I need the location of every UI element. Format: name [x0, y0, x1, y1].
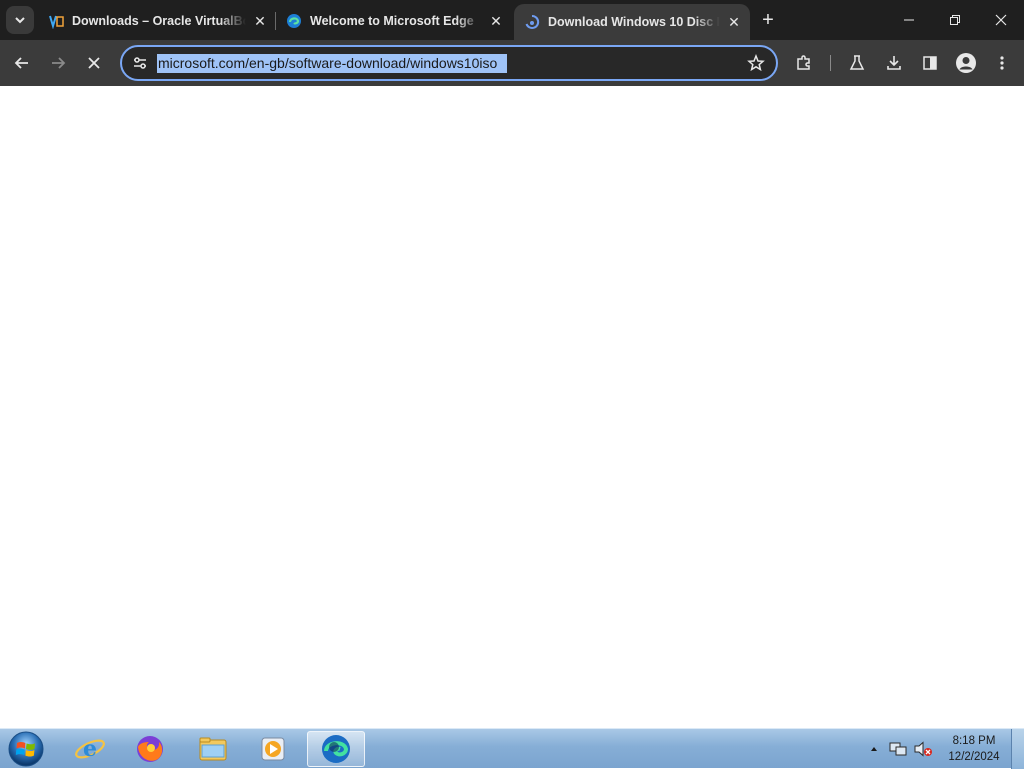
virtualbox-icon — [48, 13, 64, 29]
tab-title: Downloads – Oracle VirtualBox — [72, 14, 246, 28]
tab-strip: Downloads – Oracle VirtualBox ✕ Welcome … — [0, 0, 1024, 40]
stop-loading-button[interactable] — [80, 49, 108, 77]
chevron-up-icon — [871, 747, 877, 751]
bookmark-button[interactable] — [744, 51, 768, 75]
file-explorer-icon — [199, 737, 227, 761]
avatar-icon — [956, 53, 976, 73]
tab-welcome-edge[interactable]: Welcome to Microsoft Edge ✕ — [276, 6, 512, 36]
site-info-button[interactable] — [128, 51, 152, 75]
internet-explorer-icon: e — [75, 736, 105, 762]
back-button[interactable] — [8, 49, 36, 77]
close-icon[interactable]: ✕ — [726, 14, 742, 30]
tune-icon — [134, 57, 146, 69]
taskbar-firefox[interactable] — [121, 731, 179, 767]
volume-muted-icon — [914, 741, 932, 757]
clock-date: 12/2/2024 — [948, 751, 1000, 763]
start-button[interactable] — [7, 730, 45, 768]
close-window-button[interactable] — [978, 0, 1024, 40]
extensions-button[interactable] — [790, 49, 818, 77]
labs-button[interactable] — [843, 49, 871, 77]
profile-button[interactable] — [952, 49, 980, 77]
volume-tray-icon-button[interactable] — [912, 729, 934, 769]
side-panel-icon — [923, 56, 937, 70]
close-icon[interactable]: ✕ — [252, 13, 268, 29]
flask-icon — [849, 55, 865, 70]
restore-button[interactable] — [932, 0, 978, 40]
firefox-icon — [137, 736, 163, 762]
network-tray-icon-button[interactable] — [888, 729, 908, 769]
puzzle-icon — [797, 55, 810, 70]
tab-virtualbox-downloads[interactable]: Downloads – Oracle VirtualBox ✕ — [38, 6, 276, 36]
browser-window: Downloads – Oracle VirtualBox ✕ Welcome … — [0, 0, 1024, 728]
restore-icon — [950, 15, 960, 25]
taskbar-clock[interactable]: 8:18 PM 12/2/2024 — [940, 733, 1008, 765]
browser-toolbar: microsoft.com/en-gb/software-download/wi… — [0, 40, 1024, 86]
download-icon — [887, 56, 901, 70]
toolbar-divider — [830, 55, 831, 71]
address-bar[interactable]: microsoft.com/en-gb/software-download/wi… — [120, 45, 778, 81]
show-desktop-button[interactable] — [1011, 729, 1024, 769]
minimize-button[interactable] — [886, 0, 932, 40]
url-text[interactable]: microsoft.com/en-gb/software-download/wi… — [157, 54, 507, 73]
network-icon — [889, 742, 907, 756]
media-player-icon — [261, 737, 285, 761]
side-panel-button[interactable] — [916, 49, 944, 77]
tab-title: Download Windows 10 Disc Image — [548, 15, 720, 29]
windows-orb-icon — [8, 731, 44, 767]
taskbar-edge[interactable] — [307, 731, 365, 767]
tab-search-button[interactable] — [6, 6, 34, 34]
arrow-right-icon — [52, 57, 66, 69]
tab-windows10-download[interactable]: Download Windows 10 Disc Image ✕ — [514, 4, 750, 40]
clock-time: 8:18 PM — [952, 735, 996, 747]
taskbar-internet-explorer[interactable]: e — [61, 731, 119, 767]
chevron-down-icon — [15, 17, 25, 24]
taskbar-media-player[interactable] — [244, 731, 302, 767]
more-vertical-icon — [1000, 56, 1004, 70]
tab-title: Welcome to Microsoft Edge — [310, 14, 474, 28]
forward-button[interactable] — [44, 49, 72, 77]
taskbar: e 8:18 PM 12/2/2024 — [0, 728, 1024, 769]
arrow-left-icon — [14, 57, 28, 69]
close-icon — [995, 14, 1007, 26]
plus-icon: + — [762, 8, 774, 31]
new-tab-button[interactable]: + — [756, 8, 780, 32]
edge-icon — [286, 13, 302, 29]
minimize-icon — [904, 19, 914, 21]
edge-icon — [322, 735, 350, 763]
show-hidden-icons-button[interactable] — [866, 729, 882, 769]
star-icon — [747, 54, 765, 72]
loading-icon — [524, 14, 540, 30]
taskbar-file-explorer[interactable] — [184, 731, 242, 767]
svg-text:e: e — [83, 736, 97, 762]
close-icon[interactable]: ✕ — [488, 13, 504, 29]
downloads-button[interactable] — [880, 49, 908, 77]
close-icon — [88, 57, 100, 69]
menu-button[interactable] — [988, 49, 1016, 77]
page-content — [0, 86, 1024, 728]
